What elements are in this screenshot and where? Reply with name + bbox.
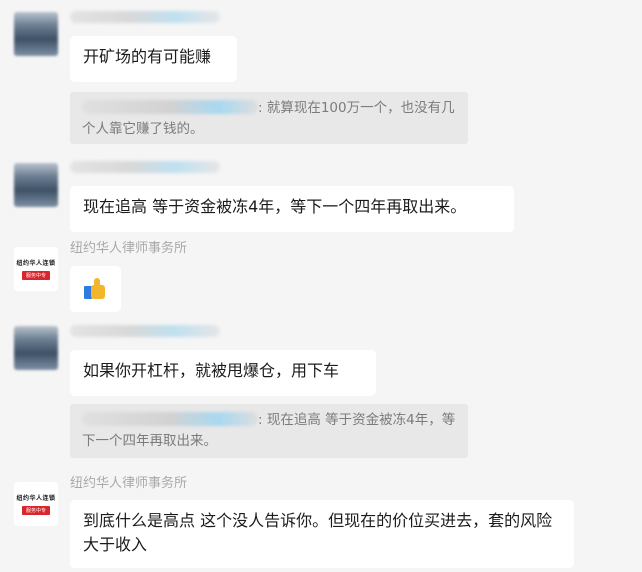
avatar[interactable] bbox=[14, 12, 58, 56]
sender-name-masked bbox=[70, 325, 220, 337]
logo-text: 纽约华人连锁 bbox=[16, 495, 56, 502]
message-bubble[interactable]: 如果你开杠杆，就被甩爆仓，用下车 bbox=[70, 350, 376, 396]
sender-name-masked bbox=[70, 161, 220, 173]
message-text: 开矿场的有可能赚 bbox=[83, 47, 212, 66]
message-text: 到底什么是高点 这个没人告诉你。但现在的价位买进去，套的风险大于收入 bbox=[83, 511, 553, 554]
quoted-sender-masked bbox=[82, 412, 258, 426]
message-bubble[interactable]: 开矿场的有可能赚 bbox=[70, 36, 237, 82]
logo-badge: 服务中专 bbox=[21, 506, 50, 515]
sender-name: 纽约华人律师事务所 bbox=[70, 476, 188, 491]
sender-name: 纽约华人律师事务所 bbox=[70, 241, 188, 256]
avatar[interactable] bbox=[14, 326, 58, 370]
message-text: 现在追高 等于资金被冻4年，等下一个四年再取出来。 bbox=[83, 197, 467, 216]
sender-name-masked bbox=[70, 11, 220, 23]
logo-text: 纽约华人连锁 bbox=[16, 260, 56, 267]
quoted-message[interactable]: : 就算现在100万一个，也没有几个人靠它赚了钱的。 bbox=[70, 92, 468, 144]
law-firm-avatar[interactable]: 纽约华人连锁 服务中专 bbox=[14, 247, 58, 291]
logo-badge: 服务中专 bbox=[21, 271, 50, 280]
message-bubble[interactable] bbox=[70, 266, 121, 312]
message-bubble[interactable]: 到底什么是高点 这个没人告诉你。但现在的价位买进去，套的风险大于收入 bbox=[70, 500, 574, 568]
quoted-sender-masked bbox=[82, 100, 258, 114]
quoted-message[interactable]: : 现在追高 等于资金被冻4年，等下一个四年再取出来。 bbox=[70, 404, 468, 458]
message-bubble[interactable]: 现在追高 等于资金被冻4年，等下一个四年再取出来。 bbox=[70, 186, 514, 232]
law-firm-avatar[interactable]: 纽约华人连锁 服务中专 bbox=[14, 482, 58, 526]
avatar[interactable] bbox=[14, 163, 58, 207]
thumbs-up-icon bbox=[83, 277, 107, 301]
message-text: 如果你开杠杆，就被甩爆仓，用下车 bbox=[83, 361, 340, 380]
